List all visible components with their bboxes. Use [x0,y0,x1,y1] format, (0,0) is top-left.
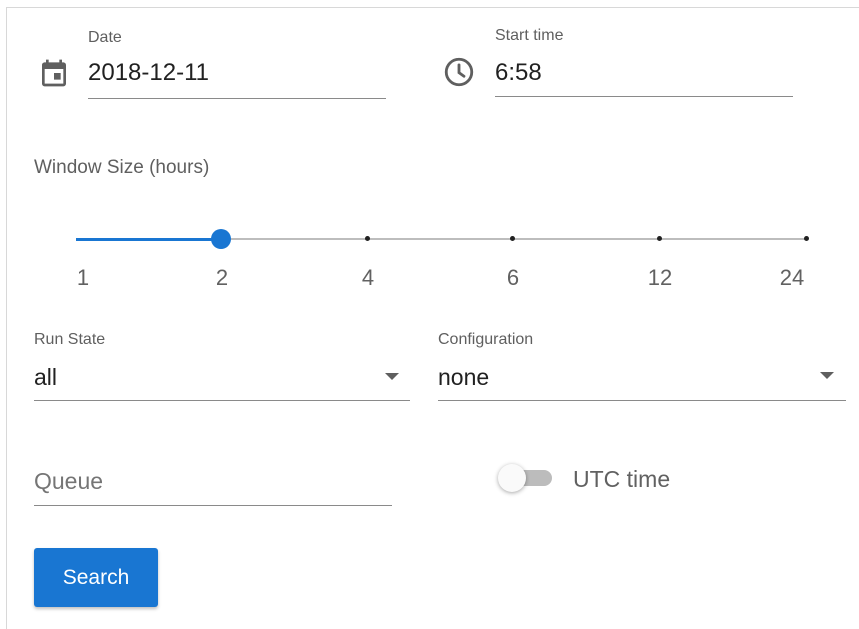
date-underline [88,98,386,99]
configuration-value: none [438,364,490,390]
queue-placeholder: Queue [34,468,104,494]
utc-label: UTC time [573,466,671,492]
slider-tick-label: 4 [361,265,375,290]
utc-toggle[interactable] [496,463,558,493]
chevron-down-icon [820,372,834,379]
slider-thumb[interactable] [211,229,231,249]
start-time-field[interactable]: 6:58 [495,59,542,87]
date-field[interactable]: 2018-12-11 [88,59,209,87]
slider-track-fill [76,238,221,241]
configuration-select[interactable]: none [438,358,846,401]
window-size-label: Window Size (hours) [34,157,210,178]
date-label: Date [88,29,122,46]
slider-tick-label: 2 [215,265,229,290]
configuration-underline [438,400,846,401]
slider-tick-label: 24 [779,265,805,290]
slider-mark-4[interactable] [365,236,370,241]
calendar-icon [38,57,70,89]
run-state-label: Run State [34,331,106,348]
slider-mark-24[interactable] [804,236,809,241]
chevron-down-icon [385,373,399,380]
slider-mark-12[interactable] [657,236,662,241]
slider-mark-6[interactable] [510,236,515,241]
slider-tick-label: 1 [76,265,90,290]
run-state-underline [34,400,410,401]
start-time-label: Start time [495,27,564,44]
run-state-select[interactable]: all [34,358,410,401]
form-panel [6,7,859,629]
run-state-value: all [34,364,58,390]
search-button[interactable]: Search [34,548,158,607]
switch-thumb [498,464,526,492]
queue-input[interactable]: Queue [34,462,392,506]
queue-underline [34,505,392,506]
configuration-label: Configuration [438,331,534,348]
clock-icon [442,55,476,89]
start-time-underline [495,96,793,97]
slider-tick-label: 6 [506,265,520,290]
slider-tick-label: 12 [647,265,673,290]
